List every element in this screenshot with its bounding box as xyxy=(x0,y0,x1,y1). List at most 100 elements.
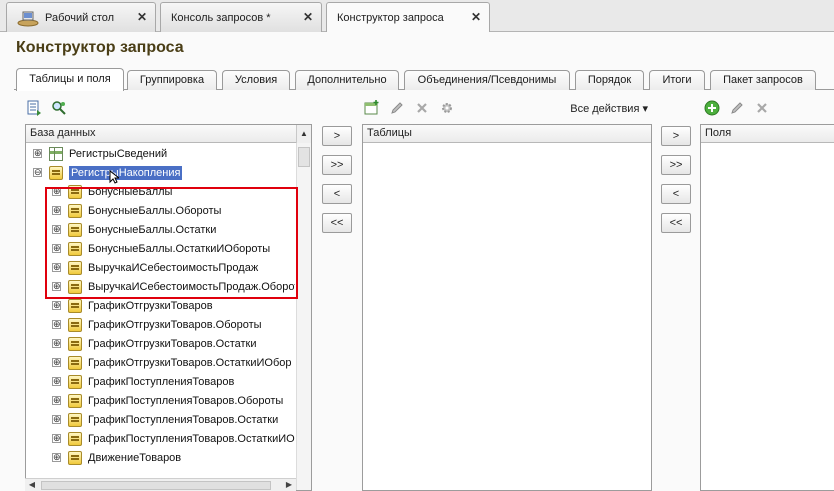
tree-item[interactable]: ⊕ РегистрыСведений xyxy=(33,144,167,163)
register-icon xyxy=(68,222,82,237)
delete-icon[interactable] xyxy=(754,100,770,116)
expand-icon[interactable]: ⊕ xyxy=(52,415,61,424)
register-icon xyxy=(68,431,82,446)
tables-panel-header: Таблицы xyxy=(363,125,651,143)
move-all-right-button[interactable]: >> xyxy=(322,155,352,175)
expand-icon[interactable]: ⊕ xyxy=(33,149,42,158)
move-right-button[interactable]: > xyxy=(322,126,352,146)
register-icon xyxy=(68,374,82,389)
tab-batch-queries[interactable]: Пакет запросов xyxy=(710,70,816,90)
desktop-icon xyxy=(17,9,39,27)
tree-item-label: ГрафикОтгрузкиТоваров.Обороты xyxy=(88,318,262,331)
edit-icon[interactable] xyxy=(729,100,745,116)
tree-item-label: ГрафикПоступленияТоваров.ОстаткиИО xyxy=(88,432,295,445)
close-icon[interactable]: ✕ xyxy=(303,11,313,23)
expand-icon[interactable]: ⊕ xyxy=(52,358,61,367)
expand-icon[interactable]: ⊕ xyxy=(52,396,61,405)
tree-item[interactable]: ⊕ ГрафикОтгрузкиТоваров.ОстаткиИОбор xyxy=(52,353,291,372)
tab-order[interactable]: Порядок xyxy=(575,70,644,90)
tree-item[interactable]: ⊕ ВыручкаИСебестоимостьПродаж xyxy=(52,258,258,277)
window-tab-label: Рабочий стол xyxy=(45,11,115,24)
page-title: Конструктор запроса xyxy=(16,39,184,56)
expand-icon[interactable]: ⊕ xyxy=(52,206,61,215)
tree-item[interactable]: ⊕ БонусныеБаллы.ОстаткиИОбороты xyxy=(52,239,270,258)
tree-item[interactable]: ⊕ ГрафикПоступленияТоваров.ОстаткиИО xyxy=(52,429,295,448)
close-icon[interactable]: ✕ xyxy=(137,11,147,23)
close-icon[interactable]: ✕ xyxy=(471,11,481,23)
tree-item[interactable]: ⊕ ГрафикПоступленияТоваров.Остатки xyxy=(52,410,278,429)
register-icon xyxy=(68,355,82,370)
settings-gear-icon[interactable] xyxy=(439,100,455,116)
query-builder-form: Конструктор запроса Таблицы и поля Групп… xyxy=(0,32,834,491)
move-left-button[interactable]: < xyxy=(322,184,352,204)
tree-item[interactable]: ⊕ ВыручкаИСебестоимостьПродаж.Оборот xyxy=(52,277,295,296)
expand-icon[interactable]: ⊕ xyxy=(52,244,61,253)
tree-item[interactable]: ⊕ ГрафикОтгрузкиТоваров.Обороты xyxy=(52,315,262,334)
window-tab-query-builder[interactable]: Конструктор запроса ✕ xyxy=(326,2,490,33)
tree-item-label: БонусныеБаллы.ОстаткиИОбороты xyxy=(88,242,271,255)
collapse-icon[interactable]: ⊖ xyxy=(33,168,42,177)
tree-item[interactable]: ⊕ ГрафикОтгрузкиТоваров.Остатки xyxy=(52,334,256,353)
expand-icon[interactable]: ⊕ xyxy=(52,263,61,272)
tree-item[interactable]: ⊕ ГрафикПоступленияТоваров xyxy=(52,372,234,391)
vertical-scrollbar[interactable] xyxy=(296,143,311,490)
list-view-icon[interactable] xyxy=(26,100,42,116)
database-toolbar xyxy=(26,98,76,118)
tree-item[interactable]: ⊖ РегистрыНакопления xyxy=(33,163,183,184)
edit-icon[interactable] xyxy=(389,100,405,116)
find-table-icon[interactable] xyxy=(51,100,67,116)
expand-icon[interactable]: ⊕ xyxy=(52,320,61,329)
expand-icon[interactable]: ⊕ xyxy=(52,301,61,310)
move-right-button[interactable]: > xyxy=(661,126,691,146)
fields-panel-header: Поля xyxy=(701,125,834,143)
expand-icon[interactable]: ⊕ xyxy=(52,434,61,443)
fields-panel: Поля xyxy=(700,124,834,491)
tab-grouping[interactable]: Группировка xyxy=(127,70,217,90)
scrollbar-thumb[interactable] xyxy=(298,147,310,167)
tree-item-label: БонусныеБаллы.Обороты xyxy=(88,204,222,217)
tree-item[interactable]: ⊕ ГрафикОтгрузкиТоваров xyxy=(52,296,213,315)
tab-conditions[interactable]: Условия xyxy=(222,70,290,90)
scroll-right-icon[interactable]: ▶ xyxy=(282,479,296,491)
window-tab-desktop[interactable]: Рабочий стол ✕ xyxy=(6,2,156,32)
expand-icon[interactable]: ⊕ xyxy=(52,187,61,196)
move-all-left-button[interactable]: << xyxy=(322,213,352,233)
expand-icon[interactable]: ⊕ xyxy=(52,339,61,348)
tree-item-label: ВыручкаИСебестоимостьПродаж xyxy=(88,261,259,274)
tab-additional[interactable]: Дополнительно xyxy=(295,70,399,90)
register-icon xyxy=(68,450,82,465)
move-all-right-button[interactable]: >> xyxy=(661,155,691,175)
tab-totals[interactable]: Итоги xyxy=(649,70,705,90)
tree-item[interactable]: ⊕ БонусныеБаллы.Остатки xyxy=(52,220,216,239)
all-actions-menu[interactable]: Все действия ▾ xyxy=(570,102,648,115)
add-table-icon[interactable] xyxy=(364,100,380,116)
delete-icon[interactable] xyxy=(414,100,430,116)
move-left-button[interactable]: < xyxy=(661,184,691,204)
register-icon xyxy=(68,317,82,332)
tree-item-label: БонусныеБаллы xyxy=(88,185,173,198)
inner-tab-bar: Таблицы и поля Группировка Условия Допол… xyxy=(14,68,834,91)
window-tab-query-console[interactable]: Консоль запросов * ✕ xyxy=(160,2,322,32)
add-field-icon[interactable] xyxy=(704,100,720,116)
tab-unions-aliases[interactable]: Объединения/Псевдонимы xyxy=(404,70,570,90)
tree-item-label: ДвижениеТоваров xyxy=(88,451,182,464)
expand-icon[interactable]: ⊕ xyxy=(52,377,61,386)
expand-icon[interactable]: ⊕ xyxy=(52,282,61,291)
scroll-up-icon[interactable]: ▲ xyxy=(296,125,311,143)
tree-item-label: РегистрыСведений xyxy=(69,147,168,160)
tree-item[interactable]: ⊕ ДвижениеТоваров xyxy=(52,448,181,467)
scrollbar-thumb[interactable] xyxy=(41,481,271,490)
horizontal-scrollbar[interactable]: ◀ ▶ xyxy=(25,478,296,491)
window-tab-label: Конструктор запроса xyxy=(337,12,444,24)
tree-item[interactable]: ⊕ ГрафикПоступленияТоваров.Обороты xyxy=(52,391,283,410)
expand-icon[interactable]: ⊕ xyxy=(52,453,61,462)
tree-item[interactable]: ⊕ БонусныеБаллы.Обороты xyxy=(52,201,221,220)
tables-panel: Таблицы xyxy=(362,124,652,491)
tree-item-label: БонусныеБаллы.Остатки xyxy=(88,223,217,236)
move-all-left-button[interactable]: << xyxy=(661,213,691,233)
scroll-left-icon[interactable]: ◀ xyxy=(25,479,39,491)
tab-tables-and-fields[interactable]: Таблицы и поля xyxy=(16,68,124,91)
tree-item[interactable]: ⊕ БонусныеБаллы xyxy=(52,182,172,201)
fields-toolbar xyxy=(704,98,779,118)
expand-icon[interactable]: ⊕ xyxy=(52,225,61,234)
